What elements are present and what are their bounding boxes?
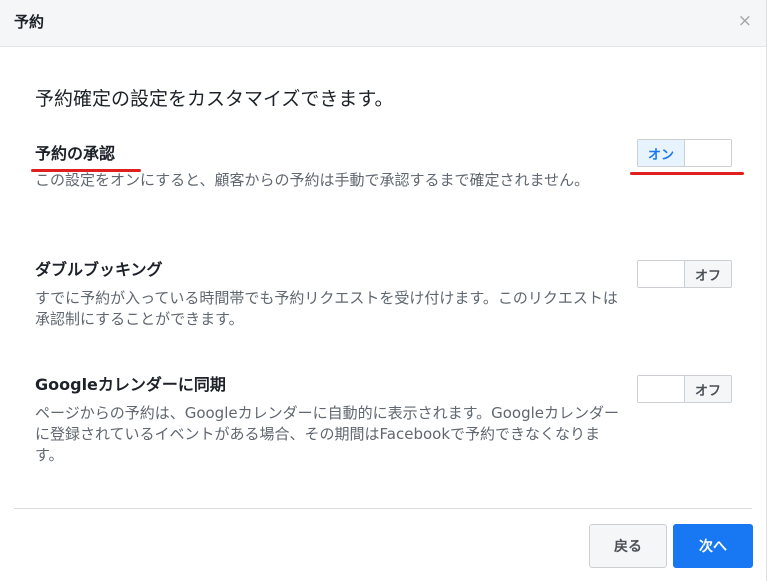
approval-toggle[interactable]: オン	[637, 139, 732, 167]
setting-booking-approval: 予約の承認 この設定をオンにすると、顧客からの予約は手動で承認するまで確定されま…	[35, 139, 735, 191]
setting-label: ダブルブッキング	[35, 260, 163, 279]
next-button[interactable]: 次へ	[673, 524, 753, 568]
dialog-title: 予約	[14, 13, 45, 31]
setting-description: この設定をオンにすると、顧客からの予約は手動で承認するまで確定されません。	[35, 171, 590, 189]
booking-dialog: 予約 × 予約確定の設定をカスタマイズできます。 予約の承認 この設定をオンにす…	[0, 0, 767, 581]
back-button[interactable]: 戻る	[589, 524, 667, 568]
toggle-off[interactable]: オフ	[684, 261, 731, 287]
setting-description: すでに予約が入っている時間帯でも予約リクエストを受け付けます。このリクエストは承…	[35, 289, 618, 328]
toggle-off[interactable]	[685, 140, 731, 166]
annotation-underline	[31, 169, 141, 172]
setting-label: Googleカレンダーに同期	[35, 375, 226, 394]
footer-divider	[14, 508, 752, 509]
annotation-underline	[630, 172, 744, 175]
intro-text: 予約確定の設定をカスタマイズできます。	[35, 88, 394, 110]
toggle-off[interactable]: オフ	[684, 376, 731, 402]
toggle-on[interactable]	[638, 261, 684, 287]
setting-google-calendar-sync: Googleカレンダーに同期 ページからの予約は、Googleカレンダーに自動的…	[35, 373, 735, 466]
setting-description: ページからの予約は、Googleカレンダーに自動的に表示されます。Googleカ…	[35, 404, 619, 464]
dialog-header: 予約 ×	[0, 0, 766, 47]
double-booking-toggle[interactable]: オフ	[637, 260, 732, 288]
google-sync-toggle[interactable]: オフ	[637, 375, 732, 403]
setting-double-booking: ダブルブッキング すでに予約が入っている時間帯でも予約リクエストを受け付けます。…	[35, 258, 735, 330]
toggle-on[interactable]: オン	[638, 140, 685, 166]
setting-label: 予約の承認	[35, 144, 116, 163]
toggle-on[interactable]	[638, 376, 684, 402]
close-icon[interactable]: ×	[738, 13, 752, 30]
